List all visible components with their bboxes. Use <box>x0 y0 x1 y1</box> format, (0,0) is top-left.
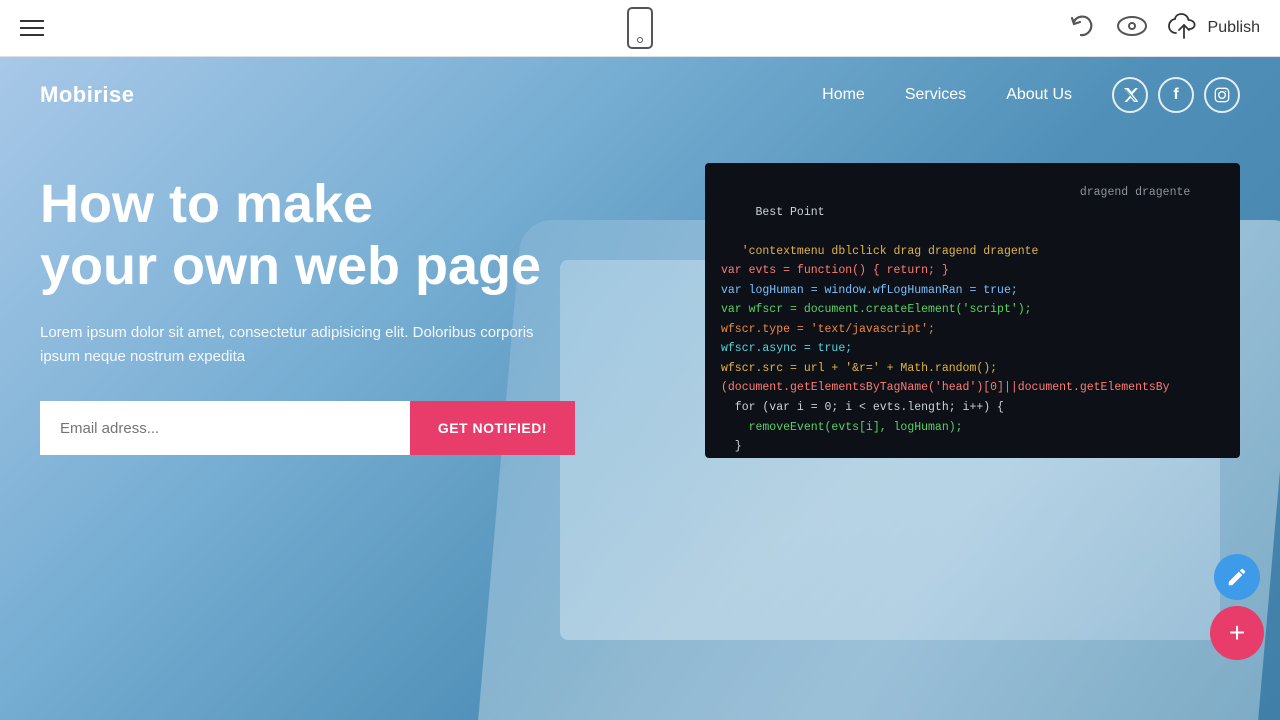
toolbar-left <box>20 20 44 36</box>
toolbar: Publish <box>0 0 1280 57</box>
hamburger-menu-icon[interactable] <box>20 20 44 36</box>
notify-button[interactable]: GET NOTIFIED! <box>410 401 575 455</box>
site-navbar: Mobirise Home Services About Us f <box>0 57 1280 133</box>
toolbar-center <box>627 7 653 49</box>
hero-heading-line2: your own web page <box>40 236 541 296</box>
facebook-icon[interactable]: f <box>1158 77 1194 113</box>
add-fab-button[interactable]: + <box>1210 606 1264 660</box>
nav-about[interactable]: About Us <box>1006 86 1072 104</box>
email-input[interactable] <box>40 401 410 455</box>
preview-area: Mobirise Home Services About Us f <box>0 57 1280 720</box>
publish-label: Publish <box>1208 19 1260 37</box>
hero-text: How to make your own web page Lorem ipsu… <box>40 173 575 455</box>
code-screenshot: dragend dragente Best Point 'contextmenu… <box>705 163 1240 458</box>
publish-button[interactable]: Publish <box>1168 13 1260 44</box>
mobile-preview-icon[interactable] <box>627 7 653 49</box>
instagram-icon[interactable] <box>1204 77 1240 113</box>
nav-services[interactable]: Services <box>905 86 966 104</box>
edit-fab-button[interactable] <box>1214 554 1260 600</box>
twitter-icon[interactable] <box>1112 77 1148 113</box>
site-nav-links: Home Services About Us f <box>822 77 1240 113</box>
email-form: GET NOTIFIED! <box>40 401 575 455</box>
hero-section: How to make your own web page Lorem ipsu… <box>0 133 1280 458</box>
hero-heading-line1: How to make <box>40 174 373 234</box>
code-content: dragend dragente Best Point 'contextmenu… <box>705 163 1240 458</box>
cloud-upload-icon <box>1168 13 1200 44</box>
preview-icon[interactable] <box>1116 15 1148 42</box>
site-logo: Mobirise <box>40 82 134 108</box>
hero-subtext: Lorem ipsum dolor sit amet, consectetur … <box>40 321 560 369</box>
toolbar-right: Publish <box>1068 12 1260 45</box>
hero-heading: How to make your own web page <box>40 173 575 297</box>
nav-home[interactable]: Home <box>822 86 865 104</box>
social-icons: f <box>1112 77 1240 113</box>
facebook-letter: f <box>1173 86 1178 104</box>
undo-icon[interactable] <box>1068 12 1096 45</box>
site-background: Mobirise Home Services About Us f <box>0 57 1280 720</box>
